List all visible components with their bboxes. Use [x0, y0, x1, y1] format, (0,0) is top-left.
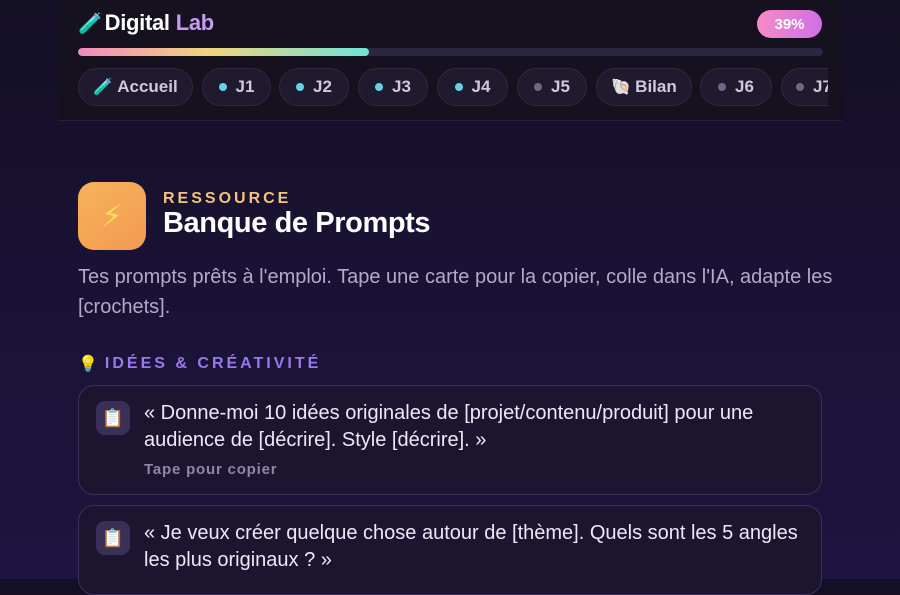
- status-dot-icon: [534, 83, 543, 91]
- tab-accueil[interactable]: 🧪 Accueil: [78, 68, 193, 106]
- tab-label: J3: [392, 77, 411, 96]
- progress-bar: [78, 48, 823, 56]
- day-tabs: 🧪 Accueil J1 J2 J3 J4 J5 🐚 Bilan J6 J7: [78, 68, 828, 108]
- tab-j6[interactable]: J6: [700, 68, 772, 106]
- clipboard-icon: 📋: [96, 401, 130, 435]
- status-dot-icon: [296, 83, 305, 91]
- tab-j4[interactable]: J4: [437, 68, 508, 106]
- tab-label: J1: [235, 77, 255, 96]
- brand-name-lab: Lab: [175, 10, 215, 35]
- status-dot-icon: [718, 83, 727, 91]
- lightning-icon: ⚡: [78, 182, 146, 250]
- resource-kicker: RESSOURCE: [163, 190, 292, 207]
- tab-label: J4: [471, 77, 491, 96]
- tab-j7[interactable]: J7: [781, 68, 828, 106]
- section-label: IDÉES & CRÉATIVITÉ: [104, 355, 322, 372]
- tab-label: J2: [313, 77, 332, 96]
- top-bar: 🧪 Digital Lab 39% 🧪 Accueil J1 J2 J3 J4: [58, 0, 842, 121]
- tab-label: J5: [551, 77, 570, 96]
- page-description: Tes prompts prêts à l'emploi. Tape une c…: [78, 266, 833, 318]
- status-dot-icon: [796, 83, 804, 91]
- progress-fill: [78, 48, 369, 56]
- tab-bilan[interactable]: 🐚 Bilan: [596, 68, 692, 106]
- status-dot-icon: [218, 83, 227, 91]
- tab-j3[interactable]: J3: [358, 68, 428, 106]
- tab-j2[interactable]: J2: [279, 68, 349, 106]
- test-tube-icon: 🧪: [78, 12, 103, 35]
- status-dot-icon: [375, 83, 384, 91]
- prompt-card[interactable]: 📋 « Donne-moi 10 idées originales de [pr…: [78, 385, 822, 495]
- tab-label: J6: [735, 77, 754, 96]
- prompt-text: « Donne-moi 10 idées originales de [proj…: [144, 402, 754, 451]
- tab-j5[interactable]: J5: [517, 68, 587, 106]
- clipboard-icon: 📋: [96, 521, 130, 555]
- prompt-text: « Je veux créer quelque chose autour de …: [144, 522, 798, 571]
- tab-label: Bilan: [635, 77, 677, 96]
- status-dot-icon: [454, 83, 463, 91]
- test-tube-icon: 🧪: [93, 79, 114, 96]
- brand-logo[interactable]: 🧪 Digital Lab: [78, 10, 214, 36]
- tab-label: J7: [813, 77, 828, 96]
- section-heading: 💡 IDÉES & CRÉATIVITÉ: [78, 354, 321, 374]
- tab-label: Accueil: [117, 77, 178, 96]
- progress-percent-badge: 39%: [757, 10, 822, 38]
- prompt-card[interactable]: 📋 « Je veux créer quelque chose autour d…: [78, 505, 822, 595]
- copy-hint: Tape pour copier: [144, 461, 278, 478]
- page-title: Banque de Prompts: [163, 207, 431, 239]
- brand-name-digital: Digital: [104, 10, 170, 35]
- lightbulb-icon: 💡: [78, 356, 101, 373]
- shell-icon: 🐚: [611, 79, 632, 96]
- tab-j1[interactable]: J1: [202, 68, 271, 106]
